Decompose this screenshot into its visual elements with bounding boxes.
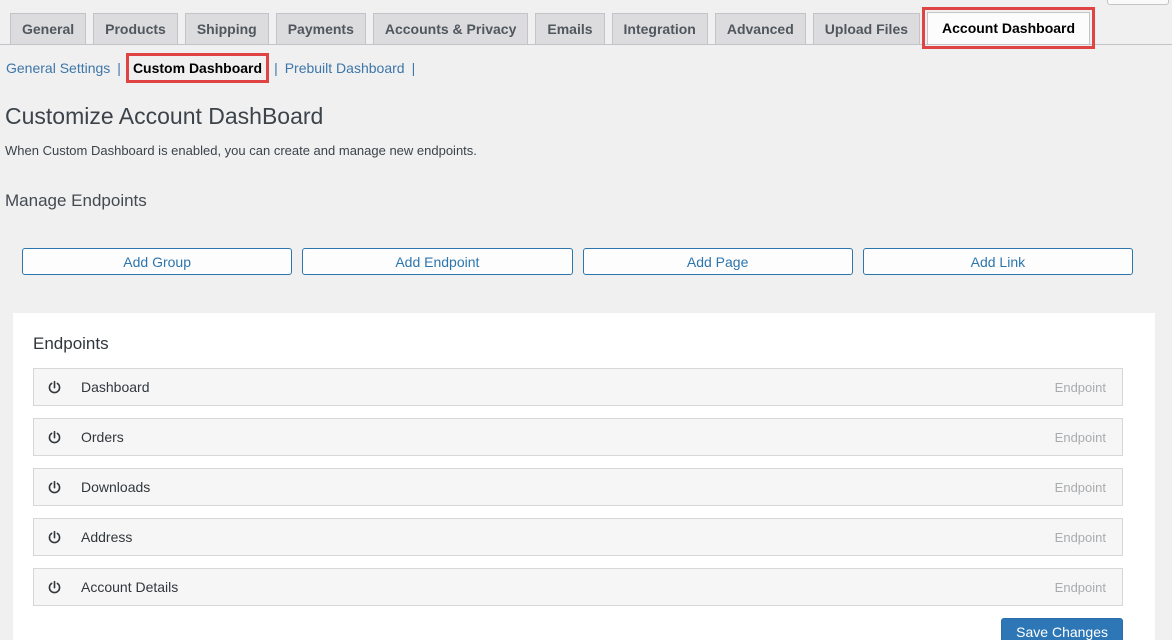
tab-accounts-privacy[interactable]: Accounts & Privacy: [373, 13, 529, 44]
endpoint-type-badge: Endpoint: [1055, 580, 1106, 595]
save-changes-button[interactable]: Save Changes: [1001, 618, 1123, 640]
page-title: Customize Account DashBoard: [5, 103, 1172, 130]
tab-integration[interactable]: Integration: [612, 13, 708, 44]
tab-emails[interactable]: Emails: [535, 13, 604, 44]
tab-account-dashboard[interactable]: Account Dashboard: [927, 12, 1090, 44]
add-page-button[interactable]: Add Page: [583, 248, 853, 275]
endpoint-row-account-details[interactable]: Account Details Endpoint: [33, 568, 1123, 606]
endpoint-label: Orders: [81, 429, 124, 445]
power-icon: [47, 580, 62, 595]
subnav-separator: |: [117, 60, 121, 76]
endpoint-actions: Add Group Add Endpoint Add Page Add Link: [22, 248, 1133, 275]
add-endpoint-button[interactable]: Add Endpoint: [302, 248, 572, 275]
add-link-button[interactable]: Add Link: [863, 248, 1133, 275]
tab-payments[interactable]: Payments: [276, 13, 366, 44]
power-icon: [47, 430, 62, 445]
tab-products[interactable]: Products: [93, 13, 178, 44]
subnav-link-general-settings[interactable]: General Settings: [6, 60, 110, 76]
settings-tab-bar: General Products Shipping Payments Accou…: [0, 0, 1172, 45]
power-icon: [47, 380, 62, 395]
subnav-separator: |: [274, 60, 278, 76]
subnav-link-custom-dashboard[interactable]: Custom Dashboard: [133, 60, 262, 76]
subnav-separator: |: [412, 60, 416, 76]
endpoint-row-dashboard[interactable]: Dashboard Endpoint: [33, 368, 1123, 406]
endpoint-row-orders[interactable]: Orders Endpoint: [33, 418, 1123, 456]
endpoint-type-badge: Endpoint: [1055, 430, 1106, 445]
power-icon: [47, 530, 62, 545]
endpoint-row-downloads[interactable]: Downloads Endpoint: [33, 468, 1123, 506]
tab-general[interactable]: General: [10, 13, 86, 44]
subnav-link-prebuilt-dashboard[interactable]: Prebuilt Dashboard: [285, 60, 405, 76]
endpoint-type-badge: Endpoint: [1055, 380, 1106, 395]
page-description: When Custom Dashboard is enabled, you ca…: [5, 143, 1172, 158]
endpoint-label: Dashboard: [81, 379, 150, 395]
save-row: Save Changes: [33, 618, 1123, 640]
endpoint-label: Account Details: [81, 579, 178, 595]
endpoint-type-badge: Endpoint: [1055, 530, 1106, 545]
tab-shipping[interactable]: Shipping: [185, 13, 269, 44]
tab-upload-files[interactable]: Upload Files: [813, 13, 920, 44]
power-icon: [47, 480, 62, 495]
endpoints-heading: Endpoints: [33, 334, 1123, 354]
dashboard-subnav: General Settings | Custom Dashboard | Pr…: [6, 60, 1172, 76]
endpoint-label: Downloads: [81, 479, 150, 495]
endpoint-type-badge: Endpoint: [1055, 480, 1106, 495]
tab-advanced[interactable]: Advanced: [715, 13, 806, 44]
endpoint-row-address[interactable]: Address Endpoint: [33, 518, 1123, 556]
cutoff-top-right-element: [1107, 0, 1169, 5]
endpoints-panel: Endpoints Dashboard Endpoint Orders Endp…: [13, 313, 1155, 640]
endpoint-label: Address: [81, 529, 132, 545]
add-group-button[interactable]: Add Group: [22, 248, 292, 275]
manage-endpoints-heading: Manage Endpoints: [5, 191, 1172, 211]
